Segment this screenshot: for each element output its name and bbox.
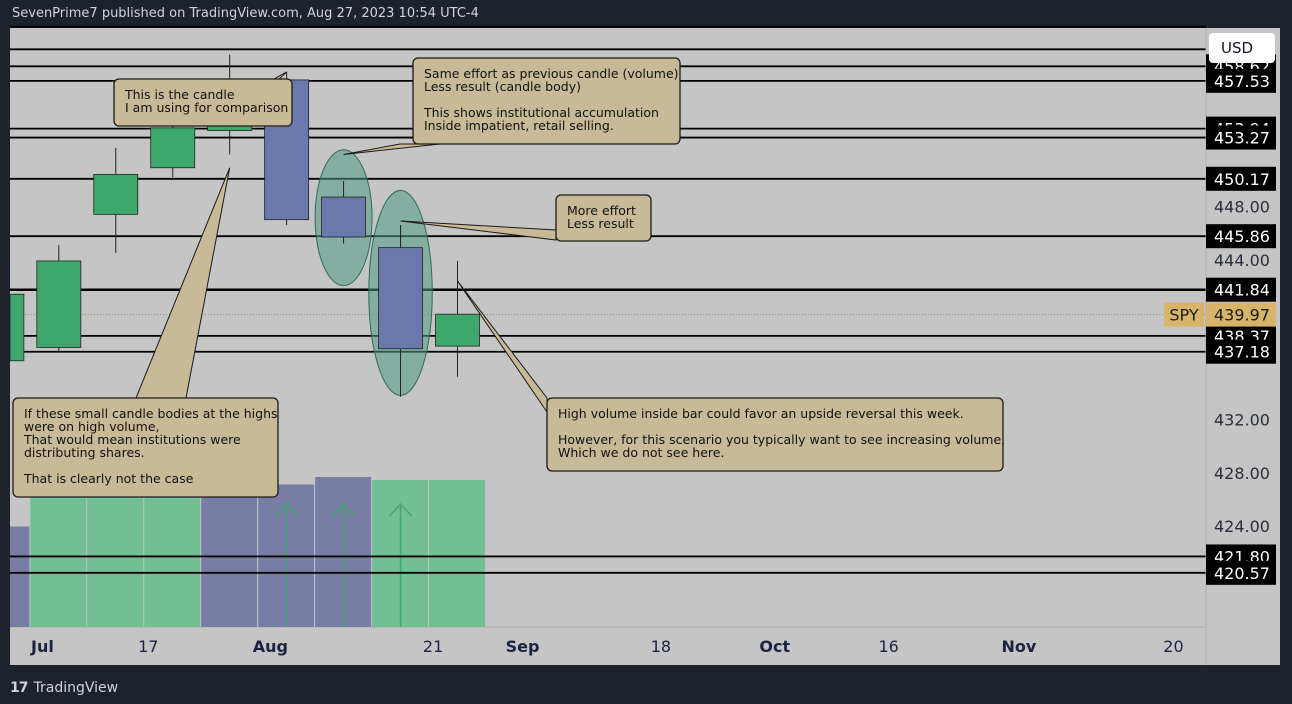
tradingview-logo-icon: 17 — [10, 680, 29, 696]
price-tick-label: 432.00 — [1214, 411, 1270, 430]
level-price-label: 441.84 — [1214, 281, 1270, 300]
candle-body — [150, 127, 196, 169]
price-tick-label: 444.00 — [1214, 251, 1270, 270]
level-price-label: 450.17 — [1214, 170, 1270, 189]
time-tick-label: Oct — [759, 637, 790, 656]
volume-bar — [144, 490, 201, 627]
volume-bar — [30, 490, 87, 627]
level-price-label: 437.18 — [1214, 343, 1270, 362]
candle-body — [435, 313, 480, 347]
callout-text: Less result — [567, 216, 634, 231]
callout-text: I am using for comparison — [125, 100, 288, 115]
volume-bar — [87, 490, 144, 627]
level-price-label: 420.57 — [1214, 564, 1270, 583]
candle-body — [93, 174, 139, 215]
time-tick-label: 16 — [879, 637, 899, 656]
time-tick-label: Aug — [253, 637, 288, 656]
time-tick-label: 18 — [651, 637, 671, 656]
time-tick-label: 17 — [138, 637, 158, 656]
time-tick-label: Nov — [1001, 637, 1036, 656]
time-tick-label: 21 — [423, 637, 443, 656]
time-tick-label: Sep — [506, 637, 540, 656]
callout-text: Which we do not see here. — [558, 445, 724, 460]
candle-body — [378, 247, 423, 350]
time-tick-label: Jul — [30, 637, 54, 656]
price-tick-label: 448.00 — [1214, 198, 1270, 217]
currency-button[interactable]: USD — [1209, 33, 1275, 63]
callout-text: That is clearly not the case — [23, 471, 194, 486]
candle-body — [321, 196, 366, 238]
time-tick-label: 20 — [1163, 637, 1183, 656]
candle-body — [9, 293, 25, 362]
price-tick-label: 428.00 — [1214, 464, 1270, 483]
callout-text: Less result (candle body) — [424, 79, 581, 94]
volume-bars — [10, 477, 485, 627]
level-price-label: 453.27 — [1214, 129, 1270, 148]
volume-bar — [429, 480, 485, 627]
symbol-tag-label: SPY — [1169, 306, 1198, 325]
callout-comparison-candle[interactable]: This is the candleI am using for compari… — [113, 71, 293, 127]
last-price-label: 439.97 — [1214, 306, 1270, 325]
candlestick-chart[interactable]: This is the candleI am using for compari… — [0, 0, 1292, 704]
callout-text: Inside impatient, retail selling. — [424, 118, 614, 133]
brand-name: TradingView — [33, 680, 119, 696]
level-price-label: 445.86 — [1214, 227, 1270, 246]
callout-text: High volume inside bar could favor an up… — [558, 406, 964, 421]
volume-bar — [10, 526, 30, 627]
callout-text: distributing shares. — [24, 445, 145, 460]
level-price-label: 457.53 — [1214, 72, 1270, 91]
price-tick-label: 424.00 — [1214, 517, 1270, 536]
footer: 17 TradingView — [10, 680, 118, 696]
candle-body — [36, 260, 82, 348]
candle[interactable] — [36, 244, 82, 352]
